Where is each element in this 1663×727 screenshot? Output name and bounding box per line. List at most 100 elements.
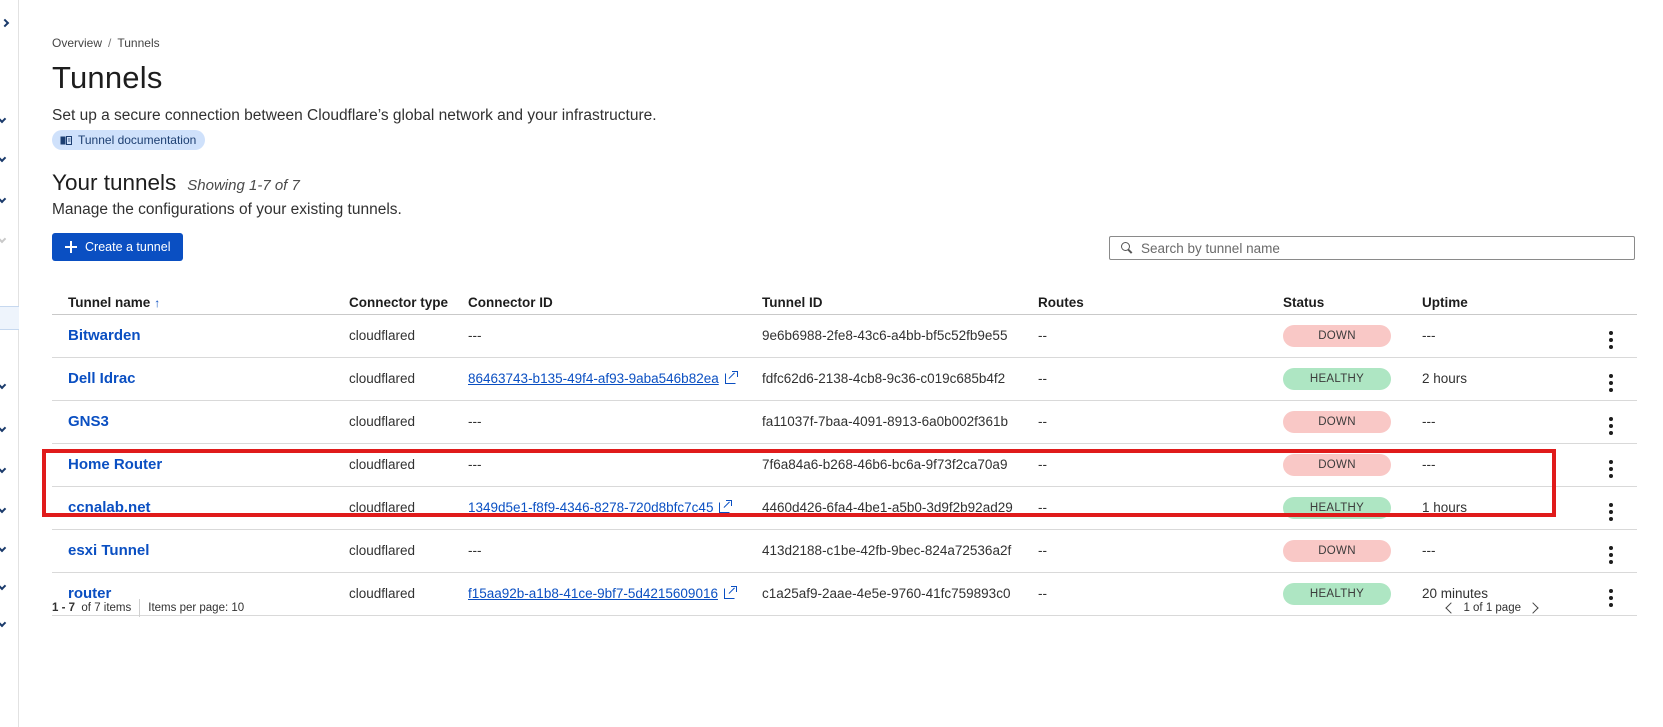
chevron-down-icon[interactable] <box>0 194 7 204</box>
column-header-uptime: Uptime <box>1422 288 1512 315</box>
table-row: Home Router cloudflared --- 7f6a84a6-b26… <box>52 443 1637 487</box>
external-link-icon[interactable] <box>719 500 733 513</box>
status-badge: HEALTHY <box>1283 496 1391 519</box>
chevron-down-icon[interactable] <box>0 423 7 433</box>
chevron-down-icon[interactable] <box>0 234 7 244</box>
column-header-tunnel-name[interactable]: Tunnel name ↑ <box>52 288 349 315</box>
tunnel-name-link[interactable]: Home Router <box>68 456 162 473</box>
row-menu-kebab-icon[interactable] <box>1603 416 1619 435</box>
uptime-cell: 1 hours <box>1422 486 1512 530</box>
status-badge: DOWN <box>1283 410 1391 433</box>
chevron-down-icon[interactable] <box>0 504 7 514</box>
connector-type-cell: cloudflared <box>349 400 468 444</box>
book-icon <box>60 135 72 145</box>
uptime-cell: --- <box>1422 400 1512 444</box>
breadcrumb-tunnels: Tunnels <box>117 36 160 50</box>
pagination-divider <box>139 599 141 617</box>
chevron-down-icon[interactable] <box>0 581 7 591</box>
status-badge: DOWN <box>1283 453 1391 476</box>
previous-page-icon[interactable] <box>1445 602 1458 614</box>
tunnel-id-cell: 413d2188-c1be-42fb-9bec-824a72536a2f <box>762 529 1038 573</box>
uptime-cell: --- <box>1422 529 1512 573</box>
connector-id-cell: --- <box>468 400 762 444</box>
status-badge: DOWN <box>1283 539 1391 562</box>
chevron-down-icon[interactable] <box>0 618 7 628</box>
connector-id-cell: --- <box>468 314 762 358</box>
sort-ascending-icon[interactable]: ↑ <box>154 296 160 310</box>
your-tunnels-header: Your tunnels Showing 1-7 of 7 <box>52 170 300 196</box>
column-header-connector-type: Connector type <box>349 288 468 315</box>
connector-id-link[interactable]: 86463743-b135-49f4-af93-9aba546b82ea <box>468 371 719 386</box>
search-box <box>1109 236 1635 260</box>
section-title: Your tunnels <box>52 170 177 195</box>
column-header-tunnel-id: Tunnel ID <box>762 288 1038 315</box>
column-header-routes: Routes <box>1038 288 1283 315</box>
tunnel-name-link[interactable]: Dell Idrac <box>68 370 136 387</box>
tunnel-name-link[interactable]: Bitwarden <box>68 327 141 344</box>
chevron-down-icon[interactable] <box>0 380 7 390</box>
tunnel-documentation-link[interactable]: Tunnel documentation <box>52 130 206 150</box>
connector-type-cell: cloudflared <box>349 529 468 573</box>
plus-icon <box>65 241 77 253</box>
page-info: 1 of 1 page <box>1463 602 1521 614</box>
uptime-cell: --- <box>1422 314 1512 358</box>
chevron-down-icon[interactable] <box>0 464 7 474</box>
tunnel-id-cell: 4460d426-6fa4-4be1-a5b0-3d9f2b92ad29 <box>762 486 1038 530</box>
table-row: Dell Idrac cloudflared 86463743-b135-49f… <box>52 357 1637 401</box>
table-row: Bitwarden cloudflared --- 9e6b6988-2fe8-… <box>52 314 1637 358</box>
routes-cell: -- <box>1038 486 1283 530</box>
row-menu-kebab-icon[interactable] <box>1603 330 1619 349</box>
chevron-right-icon[interactable] <box>0 18 10 28</box>
search-icon <box>1121 242 1133 254</box>
routes-cell: -- <box>1038 314 1283 358</box>
tunnels-table: Tunnel name ↑ Connector type Connector ID… <box>52 288 1637 616</box>
tunnel-name-link[interactable]: ccnalab.net <box>68 499 151 516</box>
chevron-down-icon[interactable] <box>0 114 7 124</box>
connector-type-cell: cloudflared <box>349 443 468 487</box>
uptime-cell: 2 hours <box>1422 357 1512 401</box>
create-tunnel-button[interactable]: Create a tunnel <box>52 233 183 261</box>
routes-cell: -- <box>1038 443 1283 487</box>
breadcrumb-separator: / <box>108 36 112 50</box>
external-link-icon[interactable] <box>724 371 738 384</box>
pagination-controls: 1 of 1 page <box>1445 602 1539 614</box>
breadcrumb-overview[interactable]: Overview <box>52 36 102 50</box>
connector-type-cell: cloudflared <box>349 314 468 358</box>
items-per-page[interactable]: Items per page: 10 <box>148 602 244 614</box>
connector-type-cell: cloudflared <box>349 486 468 530</box>
chevron-down-icon[interactable] <box>0 153 7 163</box>
column-header-actions <box>1512 288 1637 315</box>
create-tunnel-label: Create a tunnel <box>85 240 171 254</box>
table-row: ccnalab.net cloudflared 1349d5e1-f8f9-43… <box>52 486 1637 530</box>
search-input[interactable] <box>1141 240 1611 256</box>
chevron-down-icon[interactable] <box>0 543 7 553</box>
routes-cell: -- <box>1038 529 1283 573</box>
row-menu-kebab-icon[interactable] <box>1603 373 1619 392</box>
row-menu-kebab-icon[interactable] <box>1603 545 1619 564</box>
tunnel-documentation-label: Tunnel documentation <box>78 133 197 147</box>
tunnel-name-link[interactable]: GNS3 <box>68 413 109 430</box>
page-title: Tunnels <box>52 60 163 95</box>
routes-cell: -- <box>1038 357 1283 401</box>
row-menu-kebab-icon[interactable] <box>1603 459 1619 478</box>
tunnel-id-cell: 9e6b6988-2fe8-43c6-a4bb-bf5c52fb9e55 <box>762 314 1038 358</box>
connector-id-cell: --- <box>468 443 762 487</box>
status-badge: HEALTHY <box>1283 367 1391 390</box>
column-header-status: Status <box>1283 288 1422 315</box>
connector-id-cell: --- <box>468 529 762 573</box>
routes-cell: -- <box>1038 400 1283 444</box>
next-page-icon[interactable] <box>1527 602 1539 614</box>
table-row: esxi Tunnel cloudflared --- 413d2188-c1b… <box>52 529 1637 573</box>
left-sidebar-rail <box>0 0 19 727</box>
row-menu-kebab-icon[interactable] <box>1603 588 1619 607</box>
tunnel-count: Showing 1-7 of 7 <box>187 177 300 194</box>
tunnel-name-link[interactable]: esxi Tunnel <box>68 542 149 559</box>
pagination-range: 1 - 7 of 7 items <box>52 602 132 614</box>
tunnel-id-cell: fa11037f-7baa-4091-8913-6a0b002f361b <box>762 400 1038 444</box>
pagination-bar: 1 - 7 of 7 items Items per page: 10 1 of… <box>52 598 1539 618</box>
table-row: GNS3 cloudflared --- fa11037f-7baa-4091-… <box>52 400 1637 444</box>
row-menu-kebab-icon[interactable] <box>1603 502 1619 521</box>
sidebar-active-item[interactable] <box>0 306 19 330</box>
connector-id-link[interactable]: 1349d5e1-f8f9-4346-8278-720d8bfc7c45 <box>468 500 713 515</box>
page-description: Set up a secure connection between Cloud… <box>52 107 657 124</box>
